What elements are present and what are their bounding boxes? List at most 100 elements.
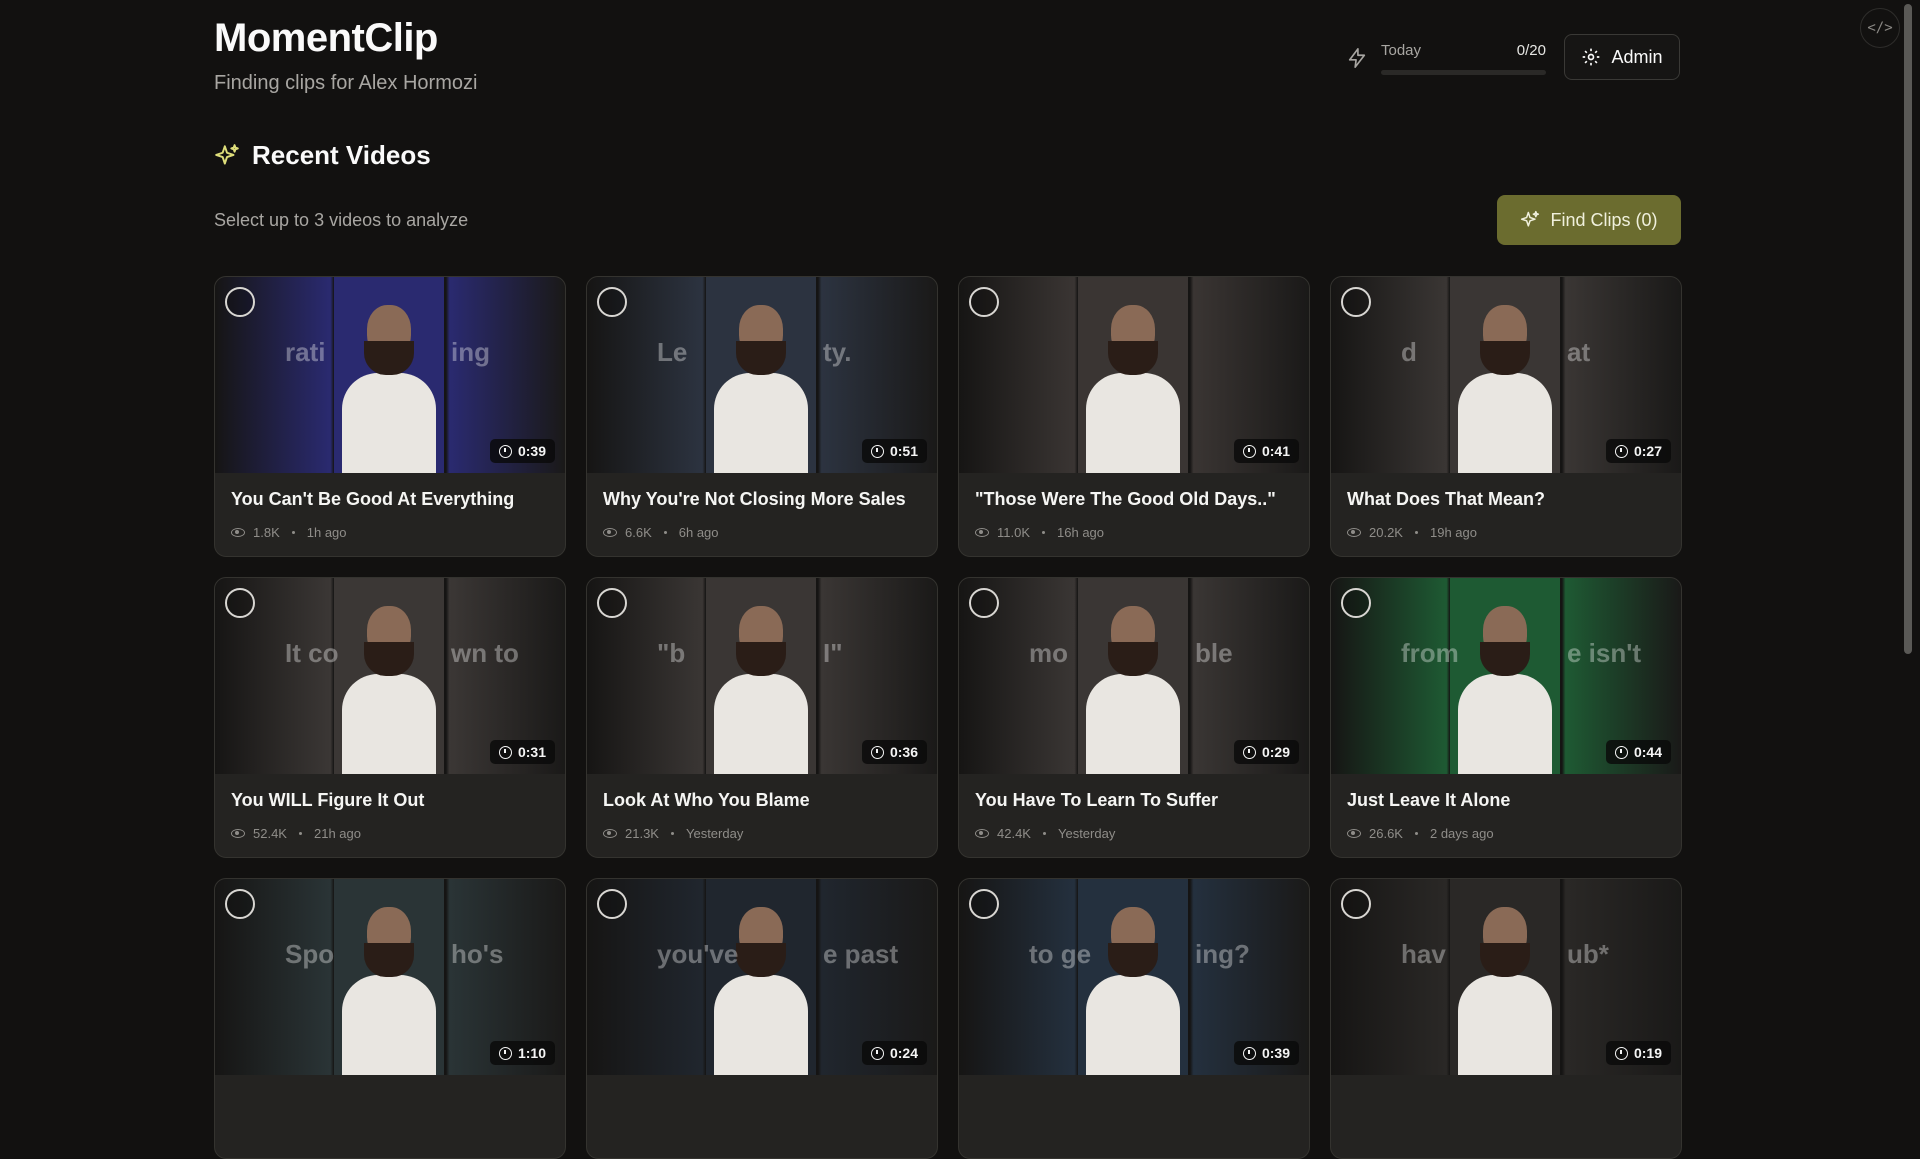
- video-thumbnail[interactable]: you've e past 0:24: [587, 879, 937, 1075]
- duration-text: 0:31: [517, 744, 546, 760]
- caption-left: to ge: [1029, 939, 1092, 969]
- video-thumbnail[interactable]: Spo ho's 1:10: [215, 879, 565, 1075]
- caption-left: "b: [657, 638, 686, 668]
- video-card[interactable]: 0:41 "Those Were The Good Old Days.." 11…: [958, 276, 1310, 557]
- person-body: [1086, 975, 1180, 1075]
- caption-right: ub*: [1567, 939, 1609, 969]
- video-card[interactable]: Spo ho's 1:10: [214, 878, 566, 1159]
- select-checkbox[interactable]: [1341, 889, 1371, 919]
- caption-right: wn to: [451, 638, 519, 668]
- video-thumbnail[interactable]: to ge ing? 0:39: [959, 879, 1309, 1075]
- thumbnail-frame: [706, 879, 816, 1075]
- select-checkbox[interactable]: [969, 588, 999, 618]
- find-clips-button[interactable]: Find Clips (0): [1497, 195, 1681, 245]
- caption-left: rati: [285, 337, 326, 367]
- person-beard: [364, 943, 414, 977]
- eye-icon: [975, 528, 989, 537]
- app-title: MomentClip: [214, 16, 438, 60]
- duration-badge: 0:31: [489, 740, 555, 764]
- video-card[interactable]: from e isn't 0:44 Just Leave It Alone 26…: [1330, 577, 1682, 858]
- person-body: [714, 373, 808, 473]
- video-meta: 21.3K Yesterday: [603, 826, 743, 841]
- duration-text: 0:36: [889, 744, 918, 760]
- clock-icon: [498, 444, 512, 458]
- video-thumbnail[interactable]: rati ing 0:39: [215, 277, 565, 473]
- video-thumbnail[interactable]: d at 0:27: [1331, 277, 1681, 473]
- upload-age: 2 days ago: [1429, 826, 1494, 841]
- upload-age: 19h ago: [1429, 525, 1477, 540]
- video-thumbnail[interactable]: It co wn to 0:31: [215, 578, 565, 774]
- separator-dot: [1042, 832, 1046, 835]
- select-checkbox[interactable]: [597, 588, 627, 618]
- video-meta: 26.6K 2 days ago: [1347, 826, 1494, 841]
- scrollbar-thumb[interactable]: [1904, 4, 1912, 654]
- clock-icon: [870, 1046, 884, 1060]
- caption-left: Le: [657, 337, 688, 367]
- video-card[interactable]: hav ub* 0:19: [1330, 878, 1682, 1159]
- video-title: Look At Who You Blame: [603, 790, 810, 810]
- thumbnail-frame: [1450, 277, 1560, 473]
- select-checkbox[interactable]: [225, 588, 255, 618]
- video-thumbnail[interactable]: from e isn't 0:44: [1331, 578, 1681, 774]
- caption-left: hav: [1401, 939, 1446, 969]
- video-card[interactable]: It co wn to 0:31 You WILL Figure It Out …: [214, 577, 566, 858]
- clock-icon: [1242, 745, 1256, 759]
- duration-badge: 0:29: [1233, 740, 1299, 764]
- select-checkbox[interactable]: [225, 287, 255, 317]
- page-scrollbar[interactable]: [1902, 0, 1914, 1080]
- view-count: 26.6K: [1369, 826, 1403, 841]
- person-beard: [364, 642, 414, 676]
- video-card[interactable]: d at 0:27 What Does That Mean? 20.2K 19h…: [1330, 276, 1682, 557]
- video-title: You Can't Be Good At Everything: [231, 489, 515, 509]
- thumbnail-frame: [706, 277, 816, 473]
- person-body: [342, 373, 436, 473]
- video-card[interactable]: to ge ing? 0:39: [958, 878, 1310, 1159]
- person-beard: [1108, 943, 1158, 977]
- duration-badge: 1:10: [489, 1041, 555, 1065]
- duration-badge: 0:19: [1605, 1041, 1671, 1065]
- select-checkbox[interactable]: [597, 889, 627, 919]
- eye-icon: [603, 528, 617, 537]
- video-meta: 20.2K 19h ago: [1347, 525, 1477, 540]
- video-meta: 11.0K 16h ago: [975, 525, 1104, 540]
- video-thumbnail[interactable]: 0:41: [959, 277, 1309, 473]
- select-checkbox[interactable]: [225, 889, 255, 919]
- section-subtitle: Select up to 3 videos to analyze: [214, 210, 469, 230]
- select-checkbox[interactable]: [1341, 588, 1371, 618]
- video-thumbnail[interactable]: Le ty. 0:51: [587, 277, 937, 473]
- clock-icon: [870, 444, 884, 458]
- video-card[interactable]: mo ble 0:29 You Have To Learn To Suffer …: [958, 577, 1310, 858]
- select-checkbox[interactable]: [969, 287, 999, 317]
- video-thumbnail[interactable]: "b I" 0:36: [587, 578, 937, 774]
- person-beard: [1480, 943, 1530, 977]
- thumbnail-frame: [1450, 879, 1560, 1075]
- video-title: You Have To Learn To Suffer: [975, 790, 1219, 810]
- separator-dot: [1414, 531, 1418, 534]
- separator-dot: [1414, 832, 1418, 835]
- duration-badge: 0:27: [1605, 439, 1671, 463]
- separator-dot: [670, 832, 674, 835]
- video-card[interactable]: "b I" 0:36 Look At Who You Blame 21.3K Y…: [586, 577, 938, 858]
- video-thumbnail[interactable]: mo ble 0:29: [959, 578, 1309, 774]
- section-header: Recent Videos: [214, 140, 431, 171]
- person-beard: [736, 642, 786, 676]
- select-checkbox[interactable]: [969, 889, 999, 919]
- video-grid: rati ing 0:39 You Can't Be Good At Every…: [214, 276, 1682, 1159]
- video-thumbnail[interactable]: hav ub* 0:19: [1331, 879, 1681, 1075]
- upload-age: 16h ago: [1057, 525, 1105, 540]
- separator-dot: [291, 531, 295, 534]
- view-count: 52.4K: [253, 826, 287, 841]
- select-checkbox[interactable]: [1341, 287, 1371, 317]
- video-card[interactable]: Le ty. 0:51 Why You're Not Closing More …: [586, 276, 938, 557]
- code-toggle-icon[interactable]: </>: [1860, 8, 1900, 48]
- video-card[interactable]: you've e past 0:24: [586, 878, 938, 1159]
- thumbnail-frame: [1078, 277, 1188, 473]
- admin-button[interactable]: Admin: [1564, 34, 1680, 80]
- caption-right: at: [1567, 337, 1591, 367]
- caption-right: ing?: [1195, 939, 1250, 969]
- video-card[interactable]: rati ing 0:39 You Can't Be Good At Every…: [214, 276, 566, 557]
- duration-text: 0:27: [1633, 443, 1662, 459]
- person-beard: [1108, 341, 1158, 375]
- caption-right: I": [823, 638, 843, 668]
- select-checkbox[interactable]: [597, 287, 627, 317]
